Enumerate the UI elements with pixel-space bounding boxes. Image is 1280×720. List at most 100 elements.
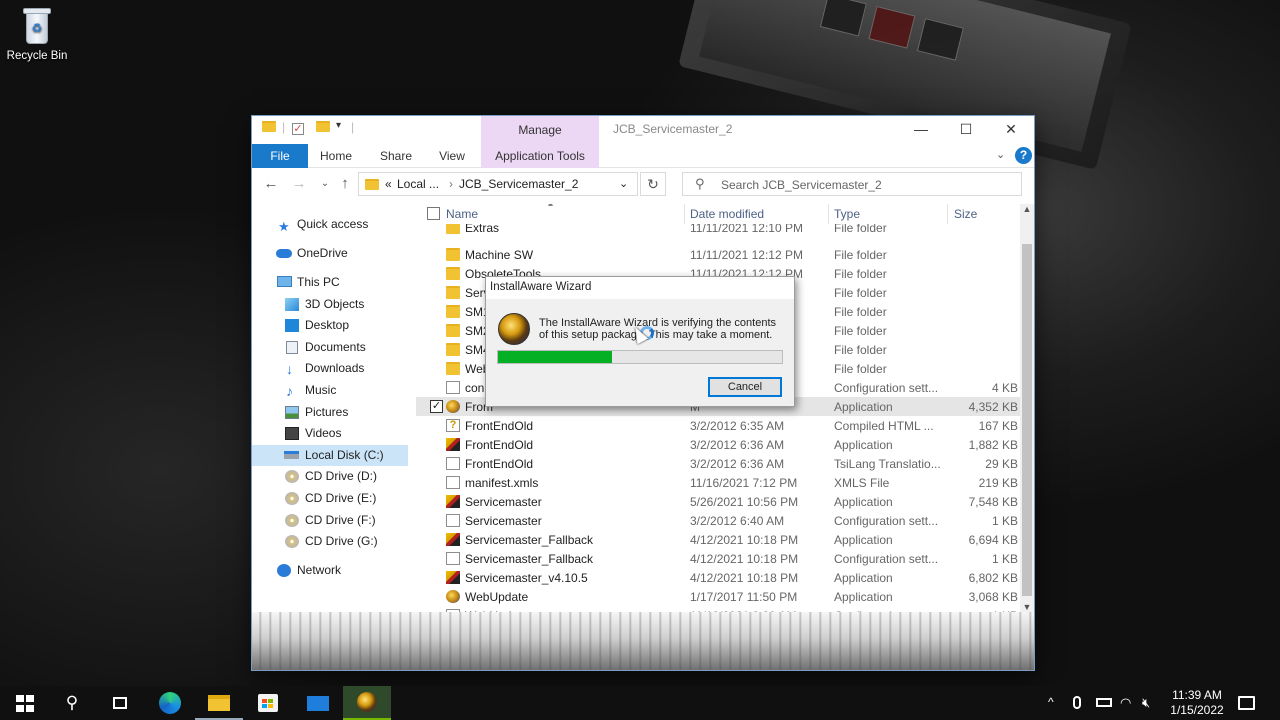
nav-item-local-disk-c[interactable]: Local Disk (C:) (252, 445, 408, 466)
file-type: Application (834, 438, 893, 452)
installaware-taskbar-button[interactable] (343, 686, 391, 720)
task-view-button[interactable] (96, 686, 144, 720)
nav-item-quick-access[interactable]: ★ Quick access (252, 214, 408, 235)
progress-bar (497, 350, 783, 364)
properties-icon[interactable]: ✓ (292, 121, 304, 139)
tab-share[interactable]: Share (376, 144, 416, 168)
close-button[interactable]: ✕ (988, 116, 1034, 144)
nav-item-music[interactable]: ♪ Music (252, 380, 408, 401)
tab-view[interactable]: View (432, 144, 472, 168)
microphone-icon[interactable] (1073, 696, 1081, 709)
file-row[interactable]: ? FrontEndOld 3/2/2012 6:35 AM Compiled HTM… (416, 416, 1020, 435)
tab-file[interactable]: File (252, 144, 308, 168)
refresh-button[interactable]: ↻ (640, 172, 666, 196)
cd-icon (285, 470, 299, 483)
help-icon[interactable]: ? (1015, 147, 1032, 164)
nav-item-3d-objects[interactable]: 3D Objects (252, 294, 408, 315)
file-date: 4/12/2021 10:18 PM (690, 533, 799, 547)
address-bar[interactable]: « Local ... › JCB_Servicemaster_2 ⌄ (358, 172, 638, 196)
recycle-bin-shortcut[interactable]: ♻ Recycle Bin (4, 6, 70, 62)
store-button[interactable] (244, 686, 292, 720)
nav-item-cd-drive-g[interactable]: CD Drive (G:) (252, 531, 408, 552)
maximize-button[interactable]: ☐ (943, 116, 989, 144)
file-size: 1,882 KB (968, 438, 1018, 452)
file-type: Configuration sett... (834, 381, 939, 395)
file-name: manifest.xmls (465, 476, 539, 490)
customize-toolbar-icon[interactable]: ▾ (336, 120, 341, 138)
folder-icon (262, 121, 276, 139)
recent-locations-icon[interactable]: ⌄ (314, 174, 336, 194)
cancel-button[interactable]: Cancel (708, 377, 782, 397)
scrollbar-thumb[interactable] (1022, 244, 1032, 596)
column-size[interactable]: Size (954, 207, 977, 221)
clock[interactable]: 11:39 AM 1/15/2022 (1160, 688, 1234, 718)
nav-item-this-pc[interactable]: This PC (252, 272, 408, 293)
file-row[interactable]: Servicemaster_v4.10.5 4/12/2021 10:18 PM A… (416, 568, 1020, 587)
volume-muted-icon[interactable]: 🔇︎ (1142, 695, 1150, 711)
file-row[interactable]: Extras 11/11/2021 12:10 PM File folder (416, 224, 1020, 236)
nav-item-downloads[interactable]: ↓ Downloads (252, 358, 408, 379)
nav-item-desktop[interactable]: Desktop (252, 315, 408, 336)
cd-icon (285, 535, 299, 548)
address-segment-folder[interactable]: JCB_Servicemaster_2 (459, 177, 578, 191)
file-name: Machine SW (465, 248, 534, 262)
file-row[interactable]: WebUpdate 1/17/2017 11:50 PM Application 3,… (416, 587, 1020, 606)
minimize-button[interactable]: — (898, 116, 944, 144)
file-row[interactable]: Servicemaster 3/2/2012 6:40 AM Configurati… (416, 511, 1020, 530)
file-size: 3,068 KB (968, 590, 1018, 604)
column-date-modified[interactable]: Date modified (690, 207, 764, 221)
nav-item-network[interactable]: Network (252, 560, 408, 581)
clock-date: 1/15/2022 (1170, 703, 1224, 717)
wifi-icon[interactable]: ◠ (1120, 695, 1131, 711)
nav-item-documents[interactable]: Documents (252, 337, 408, 358)
edge-button[interactable] (146, 686, 194, 720)
file-type: Configuration sett... (834, 514, 939, 528)
file-row[interactable]: FrontEndOld 3/2/2012 6:36 AM Application 1,… (416, 435, 1020, 454)
back-button[interactable]: ← (260, 174, 282, 194)
notification-icon[interactable] (1238, 696, 1255, 710)
nav-item-cd-drive-f[interactable]: CD Drive (F:) (252, 510, 408, 531)
file-type: File folder (834, 324, 887, 338)
scroll-down-icon[interactable]: ▼ (1020, 602, 1034, 612)
tab-application-tools[interactable]: Application Tools (481, 144, 599, 168)
file-explorer-button[interactable] (195, 686, 243, 720)
file-type: Configuration sett... (834, 552, 939, 566)
column-name[interactable]: Name (446, 207, 478, 221)
mail-button[interactable] (294, 686, 342, 720)
up-button[interactable]: ↑ (334, 174, 356, 194)
file-row[interactable]: Servicemaster_Fallback 4/12/2021 10:18 PM… (416, 549, 1020, 568)
new-folder-icon[interactable] (316, 121, 330, 139)
file-row[interactable]: FrontEndOld 3/2/2012 6:36 AM TsiLang Trans… (416, 454, 1020, 473)
search-input[interactable]: ⚲ Search JCB_Servicemaster_2 (682, 172, 1022, 196)
select-all-checkbox[interactable] (427, 207, 440, 220)
scroll-up-icon[interactable]: ▲ (1020, 204, 1034, 214)
column-type[interactable]: Type (834, 207, 860, 221)
start-button[interactable] (0, 686, 48, 720)
expand-ribbon-icon[interactable]: ⌄ (996, 148, 1005, 161)
windows-start-icon (16, 695, 34, 713)
nav-item-onedrive[interactable]: OneDrive (252, 243, 408, 264)
forward-button[interactable]: → (288, 174, 310, 194)
row-checkbox[interactable]: ✓ (430, 400, 443, 413)
vertical-scrollbar[interactable]: ▲ ▼ (1020, 204, 1034, 612)
nav-item-cd-drive-d[interactable]: CD Drive (D:) (252, 466, 408, 487)
file-row[interactable]: manifest.xmls 11/16/2021 7:12 PM XMLS File… (416, 473, 1020, 492)
file-type: Application (834, 571, 893, 585)
folder-icon (446, 362, 460, 375)
nav-item-cd-drive-e[interactable]: CD Drive (E:) (252, 488, 408, 509)
navigation-pane: ★ Quick access OneDrive This PC 3D Objec… (252, 204, 408, 612)
chevron-up-icon[interactable]: ^ (1048, 695, 1054, 709)
battery-icon[interactable] (1096, 698, 1112, 707)
address-segment-local-disk[interactable]: Local ... (397, 177, 439, 191)
edge-browser-icon (159, 692, 181, 714)
address-dropdown-icon[interactable]: ⌄ (619, 177, 628, 190)
tab-home[interactable]: Home (316, 144, 356, 168)
progress-fill (498, 351, 612, 363)
search-button[interactable]: ⚲ (48, 686, 96, 720)
file-row[interactable]: Servicemaster 5/26/2021 10:56 PM Applicati… (416, 492, 1020, 511)
file-row[interactable]: Machine SW 11/11/2021 12:12 PM File folder (416, 245, 1020, 264)
manage-tab[interactable]: Manage (481, 123, 599, 137)
nav-item-videos[interactable]: Videos (252, 423, 408, 444)
nav-item-pictures[interactable]: Pictures (252, 402, 408, 423)
file-row[interactable]: Servicemaster_Fallback 4/12/2021 10:18 PM… (416, 530, 1020, 549)
